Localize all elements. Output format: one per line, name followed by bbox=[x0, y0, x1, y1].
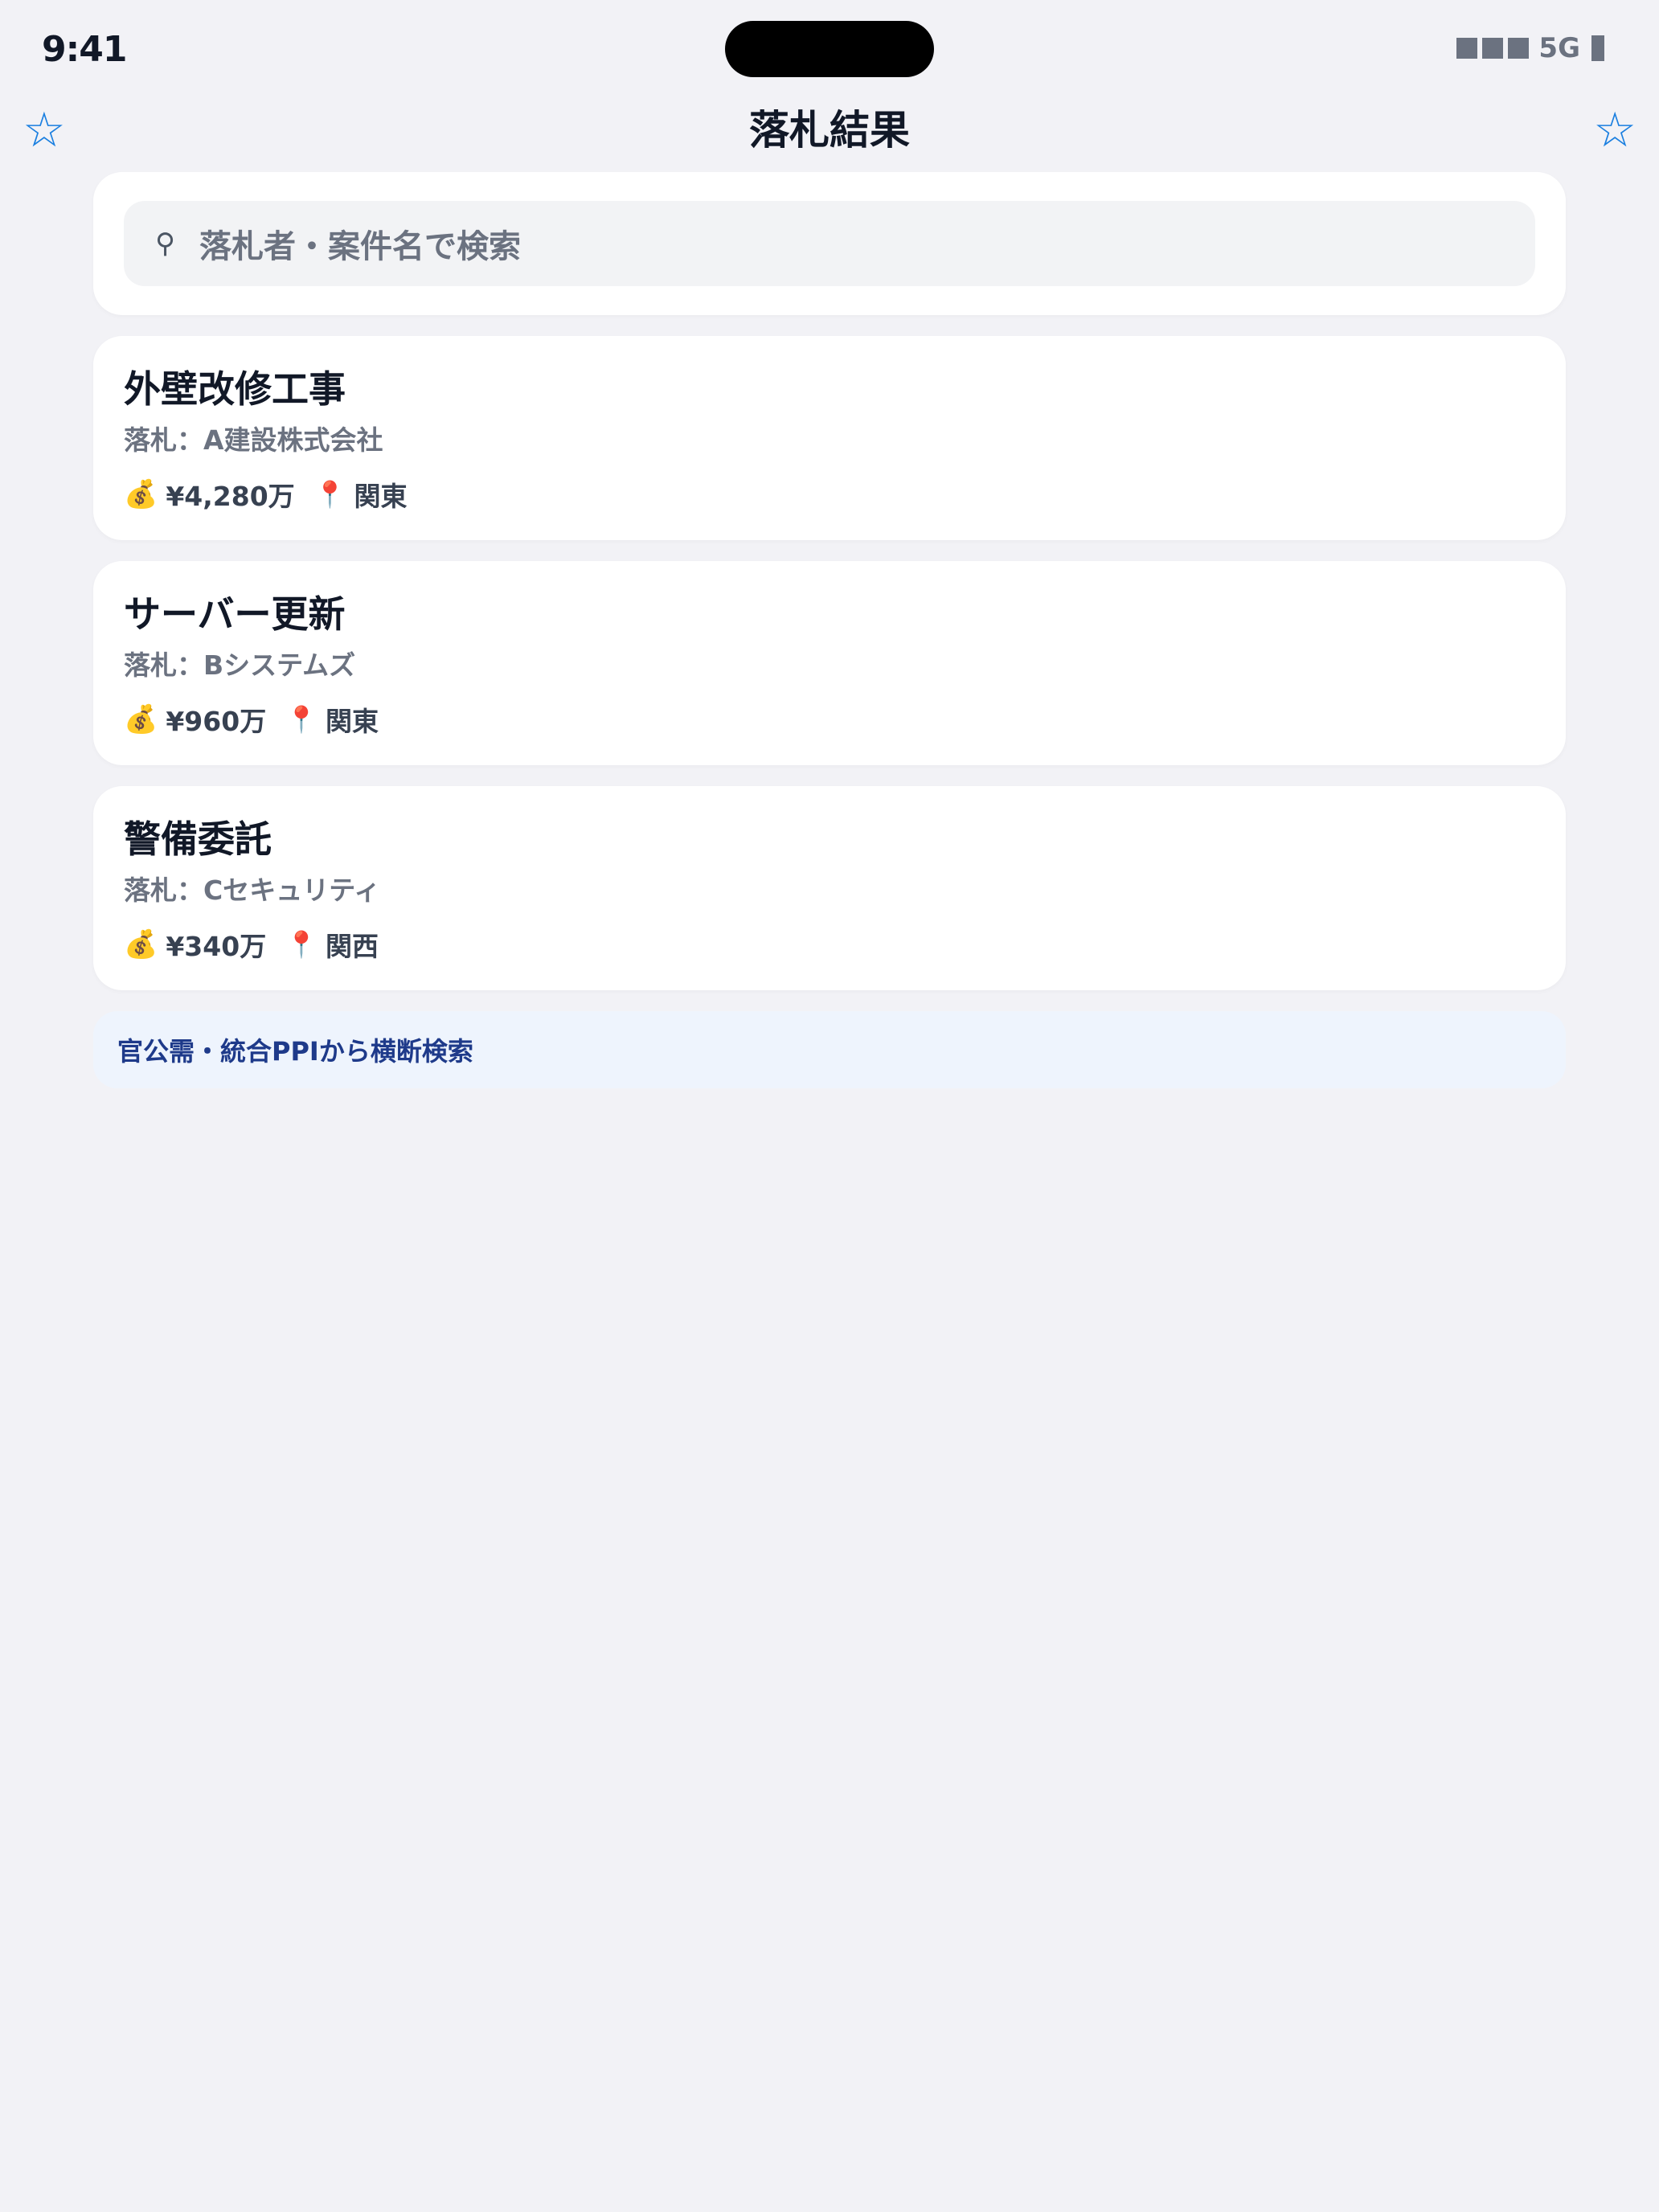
result-winner: 落札：A建設株式会社 bbox=[124, 424, 383, 456]
result-title: 外壁改修工事 bbox=[124, 367, 346, 411]
network-label: 5G bbox=[1538, 32, 1580, 64]
page-title: 落札結果 bbox=[749, 107, 910, 154]
search-input[interactable]: ⚲ 落札者・案件名で検索 bbox=[124, 201, 1535, 286]
money-bag-icon: 💰 bbox=[124, 703, 158, 735]
result-amount: ¥960万 bbox=[166, 706, 267, 737]
result-title: 警備委託 bbox=[124, 817, 272, 861]
app-screen: 9:41 5G ☆ 落札結果 ☆ ⚲ 落札者・案件名で検索 外壁改修工事 落札：… bbox=[0, 0, 1659, 2212]
dynamic-island bbox=[725, 21, 934, 77]
source-banner: 官公需・統合PPIから横断検索 bbox=[93, 1011, 1566, 1088]
location-pin-icon: 📍 bbox=[285, 929, 318, 960]
result-region: 関東 bbox=[354, 481, 408, 512]
result-card[interactable]: サーバー更新 落札：Bシステムズ 💰 ¥960万 📍 関東 bbox=[93, 561, 1566, 765]
money-bag-icon: 💰 bbox=[124, 928, 158, 961]
battery-icon bbox=[1591, 35, 1604, 61]
result-amount: ¥340万 bbox=[166, 931, 267, 962]
location-pin-icon: 📍 bbox=[313, 479, 346, 510]
result-title: サーバー更新 bbox=[124, 592, 346, 636]
status-indicators: 5G bbox=[1456, 32, 1604, 64]
result-region: 関西 bbox=[326, 931, 379, 962]
status-time: 9:41 bbox=[42, 29, 127, 70]
favorite-star-icon-right[interactable]: ☆ bbox=[1593, 103, 1636, 158]
money-bag-icon: 💰 bbox=[124, 478, 158, 510]
signal-bar-icon bbox=[1508, 38, 1530, 59]
signal-bar-icon bbox=[1482, 38, 1504, 59]
signal-bar-icon bbox=[1456, 38, 1478, 59]
result-region: 関東 bbox=[326, 706, 379, 737]
search-placeholder: 落札者・案件名で検索 bbox=[199, 228, 521, 265]
result-meta: 💰 ¥960万 📍 関東 bbox=[124, 699, 379, 739]
search-icon: ⚲ bbox=[155, 227, 175, 260]
result-meta: 💰 ¥4,280万 📍 関東 bbox=[124, 474, 408, 514]
location-pin-icon: 📍 bbox=[285, 704, 318, 735]
result-card[interactable]: 警備委託 落札：Cセキュリティ 💰 ¥340万 📍 関西 bbox=[93, 786, 1566, 990]
result-meta: 💰 ¥340万 📍 関西 bbox=[124, 924, 379, 965]
result-amount: ¥4,280万 bbox=[166, 481, 295, 512]
result-winner: 落札：Cセキュリティ bbox=[124, 875, 381, 906]
result-winner: 落札：Bシステムズ bbox=[124, 649, 356, 681]
result-card[interactable]: 外壁改修工事 落札：A建設株式会社 💰 ¥4,280万 📍 関東 bbox=[93, 336, 1566, 540]
search-card: ⚲ 落札者・案件名で検索 bbox=[93, 172, 1566, 315]
